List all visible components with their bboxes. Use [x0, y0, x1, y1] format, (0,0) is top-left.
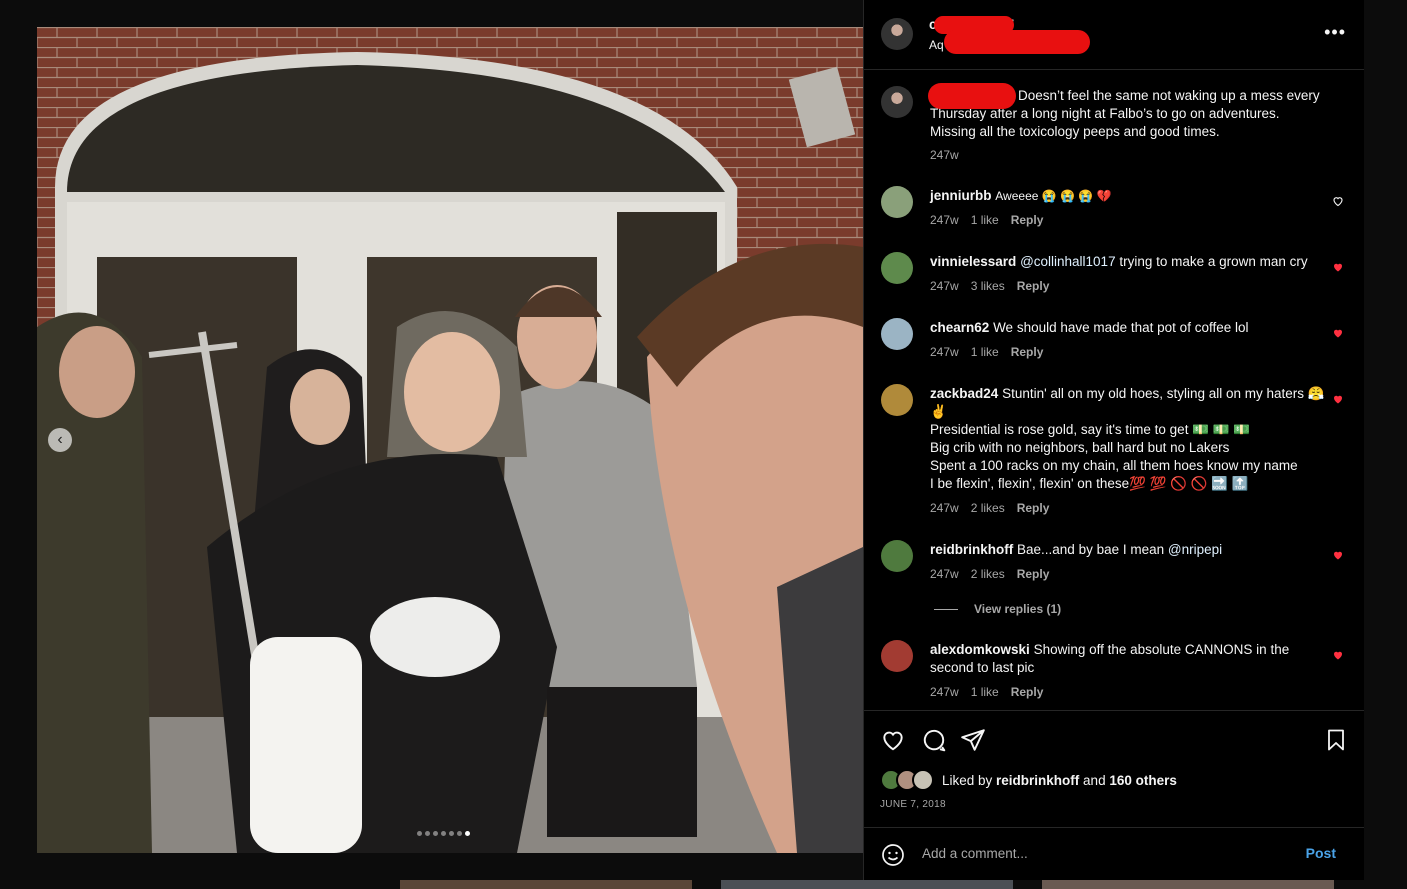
comment-text: vinnielessard @collinhall1017 trying to … — [930, 254, 1308, 269]
reply-button[interactable]: Reply — [1017, 279, 1050, 293]
redaction-mark — [944, 30, 1090, 54]
comment-liked-icon[interactable] — [1332, 393, 1344, 405]
post-header: c7 Aq ••• — [864, 0, 1364, 70]
comment-username[interactable]: jenniurbb — [930, 188, 992, 203]
view-replies-button[interactable]: View replies (1) — [934, 602, 1061, 616]
post-side-panel: c7 Aq ••• Doesn’t feel the same not waki… — [863, 0, 1364, 880]
carousel-dot — [433, 831, 438, 836]
share-icon[interactable] — [960, 727, 986, 753]
caption-meta: 247w — [930, 148, 959, 162]
redaction-mark — [928, 83, 1016, 109]
comment-text: chearn62 We should have made that pot of… — [930, 320, 1249, 335]
commenter-avatar[interactable] — [881, 186, 913, 218]
reply-button[interactable]: Reply — [1017, 567, 1050, 581]
mention-link[interactable]: @collinhall1017 — [1020, 254, 1116, 269]
comment-icon[interactable] — [921, 727, 947, 753]
add-comment-bar: Post — [864, 827, 1364, 881]
comment-username[interactable]: chearn62 — [930, 320, 989, 335]
comment-meta: 247w 2 likes Reply — [930, 567, 1050, 581]
comment-meta: 247w 1 like Reply — [930, 345, 1044, 359]
comment-liked-icon[interactable] — [1332, 261, 1344, 273]
commenter-avatar[interactable] — [881, 384, 913, 416]
post-actions: Liked by reidbrinkhoff and 160 others JU… — [864, 710, 1364, 828]
commenter-avatar[interactable] — [881, 318, 913, 350]
commenter-avatar[interactable] — [881, 640, 913, 672]
feed-thumbnail[interactable] — [400, 880, 692, 889]
owner-avatar[interactable] — [881, 18, 913, 50]
carousel-dot — [417, 831, 422, 836]
comment-like-icon[interactable] — [1332, 195, 1344, 207]
post-date: JUNE 7, 2018 — [880, 799, 946, 810]
comment-text: jenniurbb Aweeee 😭 😭 😭 💔 — [930, 188, 1112, 203]
save-icon[interactable] — [1324, 727, 1348, 753]
like-icon[interactable] — [880, 727, 906, 753]
post-location[interactable]: Aq — [929, 38, 944, 52]
comment-username[interactable]: alexdomkowski — [930, 642, 1030, 657]
comment-meta: 247w 3 likes Reply — [930, 279, 1050, 293]
comment-meta: 247w 2 likes Reply — [930, 501, 1050, 515]
comment-liked-icon[interactable] — [1332, 649, 1344, 661]
emoji-icon[interactable] — [881, 843, 905, 867]
reply-button[interactable]: Reply — [1011, 345, 1044, 359]
comment-text: alexdomkowski Showing off the absolute C… — [930, 642, 1290, 675]
group-photo-illustration — [37, 27, 863, 853]
post-comment-button[interactable]: Post — [1306, 845, 1336, 861]
carousel-dot — [457, 831, 462, 836]
comments-list: Doesn’t feel the same not waking up a me… — [864, 70, 1364, 710]
carousel-dots — [417, 831, 470, 836]
carousel-dot-active — [465, 831, 470, 836]
comment-text: reidbrinkhoff Bae...and by bae I mean @n… — [930, 542, 1223, 557]
post-photo[interactable]: ‹ — [37, 27, 863, 853]
mention-link[interactable]: @nripepi — [1168, 542, 1222, 557]
liker-avatar — [912, 769, 934, 791]
likes-summary[interactable]: Liked by reidbrinkhoff and 160 others — [880, 769, 1177, 791]
comment-liked-icon[interactable] — [1332, 549, 1344, 561]
reply-button[interactable]: Reply — [1011, 213, 1044, 227]
feed-thumbnail[interactable] — [1042, 880, 1334, 889]
reply-button[interactable]: Reply — [1011, 685, 1044, 699]
carousel-dot — [449, 831, 454, 836]
carousel-dot — [441, 831, 446, 836]
comment-text: zackbad24 Stuntin' all on my old hoes, s… — [930, 386, 1325, 491]
comment-meta: 247w 1 like Reply — [930, 685, 1044, 699]
comment-meta: 247w 1 like Reply — [930, 213, 1044, 227]
comment-username[interactable]: reidbrinkhoff — [930, 542, 1013, 557]
carousel-dot — [425, 831, 430, 836]
reply-button[interactable]: Reply — [1017, 501, 1050, 515]
likes-text: Liked by reidbrinkhoff and 160 others — [942, 772, 1177, 788]
feed-thumbnail[interactable] — [721, 880, 1013, 889]
comment-liked-icon[interactable] — [1332, 327, 1344, 339]
commenter-avatar[interactable] — [881, 540, 913, 572]
more-options-icon[interactable]: ••• — [1324, 22, 1346, 43]
comment-input[interactable] — [920, 845, 1284, 862]
carousel-prev-button[interactable]: ‹ — [48, 428, 72, 452]
commenter-avatar[interactable] — [881, 252, 913, 284]
comment-username[interactable]: zackbad24 — [930, 386, 998, 401]
comment-username[interactable]: vinnielessard — [930, 254, 1016, 269]
owner-avatar[interactable] — [881, 86, 913, 118]
